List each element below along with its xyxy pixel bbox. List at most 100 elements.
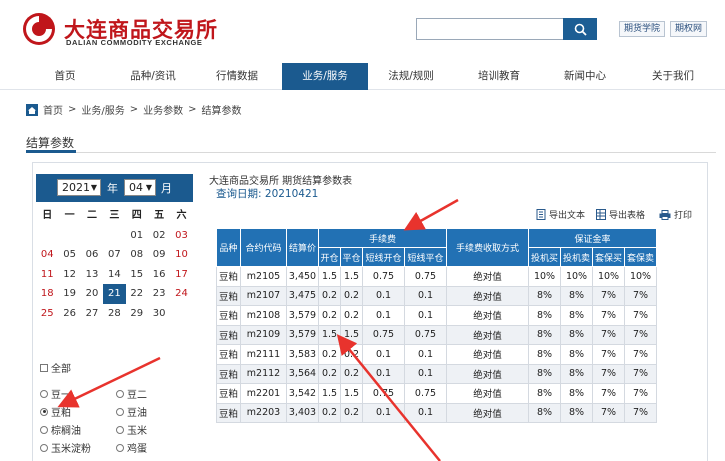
- table-cell: 7%: [624, 344, 657, 365]
- table-cell: 3,542: [286, 383, 319, 404]
- col-header-spec-sell: 投机卖: [560, 247, 593, 267]
- table-cell: 7%: [592, 324, 625, 345]
- calendar-day[interactable]: 17: [170, 265, 192, 285]
- calendar-day[interactable]: 23: [148, 284, 170, 304]
- nav-varieties[interactable]: 品种/资讯: [118, 63, 188, 90]
- calendar-day[interactable]: 09: [148, 245, 170, 265]
- table-cell: m2107: [240, 285, 287, 306]
- calendar-day[interactable]: 12: [58, 265, 80, 285]
- calendar-day[interactable]: 14: [103, 265, 125, 285]
- title-divider: [26, 152, 716, 153]
- calendar-day[interactable]: 01: [126, 226, 148, 246]
- calendar-day[interactable]: 10: [170, 245, 192, 265]
- calendar-day[interactable]: 29: [126, 304, 148, 324]
- table-cell: 0.2: [318, 344, 341, 365]
- filter-all[interactable]: 全部: [40, 360, 71, 375]
- calendar-day[interactable]: 27: [81, 304, 103, 324]
- options-site-link[interactable]: 期权网: [670, 21, 708, 37]
- table-cell: 8%: [560, 324, 593, 345]
- year-select[interactable]: 2021 ▼: [57, 179, 101, 196]
- export-text-button[interactable]: 导出文本: [536, 208, 585, 221]
- nav-news[interactable]: 新闻中心: [548, 63, 622, 90]
- col-header-close: 平仓: [340, 247, 363, 267]
- filter-option[interactable]: 鸡蛋: [116, 440, 147, 455]
- table-cell: 8%: [560, 344, 593, 365]
- nav-home[interactable]: 首页: [30, 63, 100, 90]
- nav-rules[interactable]: 法规/规则: [376, 63, 446, 90]
- table-cell: 7%: [592, 344, 625, 365]
- calendar-day[interactable]: 03: [170, 226, 192, 246]
- calendar-day[interactable]: 30: [148, 304, 170, 324]
- table-cell: 7%: [592, 383, 625, 404]
- table-cell: 7%: [592, 285, 625, 306]
- table-cell: 0.1: [362, 402, 405, 423]
- filter-option[interactable]: 豆粕: [40, 404, 71, 419]
- search-icon: [574, 23, 587, 36]
- month-label: 月: [161, 182, 172, 195]
- calendar-week-row: 25 26 27 28 29 30: [36, 304, 193, 324]
- export-text-label: 导出文本: [549, 211, 586, 221]
- settlement-table: 品种 合约代码 结算价 手续费 手续费收取方式 保证金率 开仓 平仓 短线开仓 …: [216, 228, 657, 423]
- calendar-day[interactable]: 22: [126, 284, 148, 304]
- breadcrumb-params[interactable]: 业务参数: [143, 102, 183, 117]
- table-cell: 0.75: [404, 266, 447, 287]
- calendar-day[interactable]: 19: [58, 284, 80, 304]
- filter-option[interactable]: 豆油: [116, 404, 147, 419]
- calendar-day[interactable]: 06: [81, 245, 103, 265]
- nav-business[interactable]: 业务/服务: [282, 63, 368, 90]
- table-cell: 0.1: [404, 344, 447, 365]
- filter-option[interactable]: 棕榈油: [40, 422, 81, 437]
- calendar-day[interactable]: 28: [103, 304, 125, 324]
- calendar-day[interactable]: 18: [36, 284, 58, 304]
- filter-option[interactable]: 豆二: [116, 386, 147, 401]
- calendar-weekday: 二: [86, 210, 97, 221]
- calendar-day[interactable]: 15: [126, 265, 148, 285]
- table-cell: 3,583: [286, 344, 319, 365]
- filter-option[interactable]: 豆一: [40, 386, 71, 401]
- nav-about[interactable]: 关于我们: [636, 63, 710, 90]
- calendar-day[interactable]: 05: [58, 245, 80, 265]
- breadcrumb-home[interactable]: 首页: [43, 102, 63, 117]
- table-cell: 0.75: [404, 324, 447, 345]
- radio-icon: [116, 389, 124, 398]
- table-cell: 1.5: [318, 266, 341, 287]
- print-button[interactable]: 打印: [659, 208, 692, 221]
- table-cell: 8%: [560, 402, 593, 423]
- futures-academy-link[interactable]: 期货学院: [619, 21, 666, 37]
- nav-market-data[interactable]: 行情数据: [200, 63, 274, 90]
- col-header-short-open: 短线开仓: [362, 247, 405, 267]
- calendar-day[interactable]: 02: [148, 226, 170, 246]
- calendar-day[interactable]: 08: [126, 245, 148, 265]
- calendar-day[interactable]: 20: [81, 284, 103, 304]
- calendar-day[interactable]: 26: [58, 304, 80, 324]
- breadcrumb-business[interactable]: 业务/服务: [81, 102, 124, 117]
- dce-logo-icon[interactable]: [22, 12, 56, 46]
- calendar-day[interactable]: 25: [36, 304, 58, 324]
- table-cell: 3,475: [286, 285, 319, 306]
- calendar-day[interactable]: 16: [148, 265, 170, 285]
- calendar-day[interactable]: 04: [36, 245, 58, 265]
- filter-option-label: 豆油: [127, 408, 147, 419]
- table-cell: 绝对值: [446, 324, 529, 345]
- filter-option-label: 玉米淀粉: [51, 444, 91, 455]
- calendar-day[interactable]: 13: [81, 265, 103, 285]
- filter-option[interactable]: 玉米: [116, 422, 147, 437]
- search-button[interactable]: [563, 18, 597, 40]
- nav-training[interactable]: 培训教育: [462, 63, 536, 90]
- search-input[interactable]: [416, 18, 564, 40]
- month-select[interactable]: 04 ▼: [124, 179, 156, 196]
- table-cell: 3,579: [286, 324, 319, 345]
- calendar-day[interactable]: 07: [103, 245, 125, 265]
- table-cell: 8%: [528, 363, 561, 384]
- table-cell: 豆粕: [216, 305, 241, 326]
- table-cell: 豆粕: [216, 402, 241, 423]
- calendar-day[interactable]: 24: [170, 284, 192, 304]
- table-cell: 绝对值: [446, 266, 529, 287]
- breadcrumb-current: 结算参数: [201, 106, 242, 117]
- table-cell: 3,564: [286, 363, 319, 384]
- checkbox-icon: [40, 363, 48, 372]
- calendar-day[interactable]: 11: [36, 265, 58, 285]
- export-table-button[interactable]: 导出表格: [596, 208, 645, 221]
- filter-option[interactable]: 玉米淀粉: [40, 440, 91, 455]
- calendar-day-selected[interactable]: 21: [103, 284, 126, 304]
